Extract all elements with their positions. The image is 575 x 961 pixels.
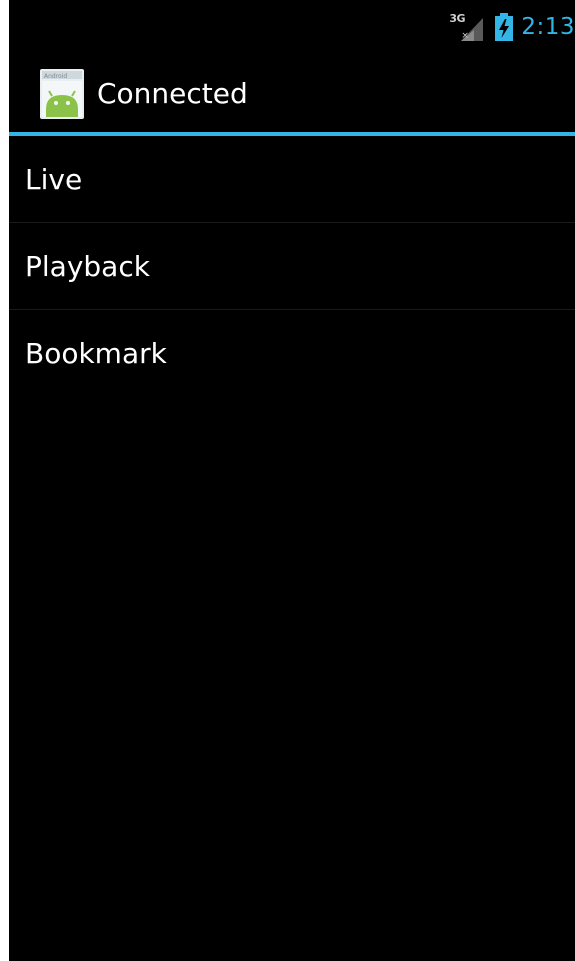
list-item-playback[interactable]: Playback [9, 223, 575, 310]
device-screen: 3G × 2:13 Android Connected Live Playbac… [9, 0, 575, 961]
battery-charging-icon [495, 13, 514, 41]
app-icon-text: Android [44, 73, 67, 80]
status-icons: 3G × 2:13 [447, 12, 575, 42]
no-data-mark: × [461, 31, 469, 41]
list-item-label: Playback [25, 250, 150, 283]
list-item-live[interactable]: Live [9, 136, 575, 223]
list-item-bookmark[interactable]: Bookmark [9, 310, 575, 397]
action-bar: Android Connected [9, 51, 575, 132]
action-bar-title: Connected [97, 77, 248, 110]
menu-list: Live Playback Bookmark [9, 136, 575, 397]
list-item-label: Bookmark [25, 337, 167, 370]
status-bar: 3G × 2:13 [9, 0, 575, 51]
list-item-label: Live [25, 163, 83, 196]
status-time: 2:13 [521, 14, 575, 40]
signal-3g-icon: 3G × [447, 12, 487, 42]
android-app-icon[interactable]: Android [40, 69, 84, 119]
